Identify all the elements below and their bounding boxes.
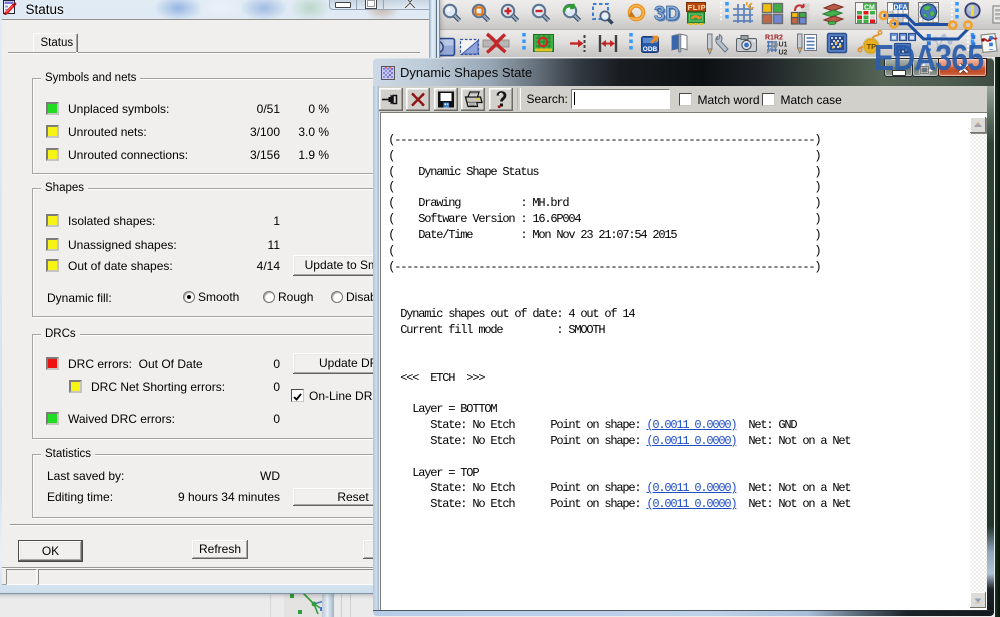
svg-text:DFA: DFA [894, 5, 908, 12]
svg-text:3D: 3D [654, 3, 680, 25]
svg-text:R1R2: R1R2 [765, 35, 783, 42]
svg-text:CM: CM [864, 5, 875, 12]
svg-text:U2: U2 [779, 50, 788, 57]
svg-text:U1: U1 [779, 42, 788, 49]
svg-text:FLIP: FLIP [688, 3, 707, 12]
svg-text:ODB: ODB [643, 46, 658, 53]
svg-text:TP: TP [867, 42, 877, 51]
